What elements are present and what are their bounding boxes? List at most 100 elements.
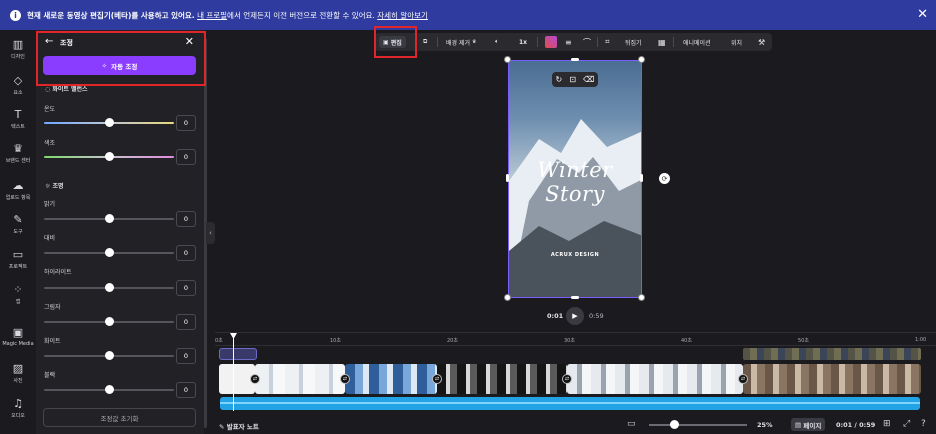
temperature-slider[interactable]	[44, 118, 174, 127]
rail-item-elements[interactable]: ◇ 요소	[0, 74, 36, 96]
slider-knob[interactable]	[104, 214, 114, 223]
close-banner-icon[interactable]: ✕	[917, 7, 928, 22]
tint-slider[interactable]	[44, 152, 174, 161]
transition-icon[interactable]: ⇄	[250, 374, 260, 384]
zoom-level[interactable]: 25%	[757, 421, 773, 429]
highlight-box	[36, 31, 206, 86]
collapse-panel-button[interactable]: ‹	[206, 222, 215, 244]
resize-handle[interactable]	[571, 296, 579, 299]
video-clip[interactable]	[437, 364, 567, 394]
slider-knob[interactable]	[104, 317, 114, 326]
fullscreen-icon[interactable]: ⤢	[903, 419, 910, 429]
playhead[interactable]	[230, 333, 237, 411]
tick-label: 30초	[564, 338, 575, 344]
corner-radius-icon[interactable]: ⌒	[583, 36, 591, 48]
crop-split-icon[interactable]: ⧉	[423, 36, 427, 48]
trash-icon[interactable]: ⌫	[583, 75, 594, 84]
whites-slider[interactable]	[44, 351, 174, 360]
learn-more-link[interactable]: 자세히 알아보기	[377, 10, 428, 21]
flip-button[interactable]: 뒤집기	[625, 36, 642, 48]
slider-value[interactable]: 0	[176, 245, 196, 261]
rail-item-tools[interactable]: ✎ 도구	[0, 213, 36, 235]
highlights-slider[interactable]	[44, 283, 174, 292]
slider-value[interactable]: 0	[176, 348, 196, 364]
slider-value[interactable]: 0	[176, 149, 196, 165]
transition-icon[interactable]: ⇄	[738, 374, 748, 384]
contrast-slider[interactable]	[44, 248, 174, 257]
banner-text-bold: 현재 새로운 동영상 편집기(베타)를 사용하고 있어요.	[27, 10, 195, 20]
resize-handle[interactable]	[571, 58, 579, 61]
page-view-button[interactable]: ▤ 페이지	[791, 418, 826, 431]
slider-value[interactable]: 0	[176, 280, 196, 296]
paint-roller-icon[interactable]: ⚒	[758, 36, 765, 48]
rail-item-photos[interactable]: ▨ 사진	[0, 362, 36, 384]
screen-icon[interactable]: ▭	[627, 419, 636, 429]
slider-knob[interactable]	[104, 385, 114, 394]
resize-handle[interactable]	[504, 56, 511, 63]
rail-item-audio[interactable]: ♫ 오디오	[0, 397, 36, 419]
divider	[597, 37, 598, 47]
slider-value[interactable]: 0	[176, 115, 196, 131]
reset-adjustments-button[interactable]: 조정값 초기화	[43, 408, 196, 427]
volume-icon[interactable]: 🔈︎	[495, 36, 499, 48]
transition-icon[interactable]: ⇄	[340, 374, 350, 384]
rail-item-magic-media[interactable]: ▣ Magic Media	[0, 326, 36, 347]
zoom-slider[interactable]	[649, 424, 747, 426]
overlay-clip[interactable]	[743, 348, 921, 360]
resize-handle[interactable]	[638, 56, 645, 63]
page-icon: ▤	[795, 420, 804, 429]
slider-knob[interactable]	[104, 351, 114, 360]
video-clip[interactable]	[255, 364, 345, 394]
color-swatch-icon[interactable]	[545, 36, 557, 48]
blacks-slider[interactable]	[44, 385, 174, 394]
slider-value[interactable]: 0	[176, 314, 196, 330]
canvas-subtitle[interactable]: ACRUX DESIGN	[509, 252, 641, 258]
transition-icon[interactable]: ⇄	[562, 374, 572, 384]
slider-knob[interactable]	[104, 283, 114, 292]
speed-button[interactable]: 1x	[519, 36, 527, 48]
video-clip[interactable]	[345, 364, 437, 394]
grid-view-icon[interactable]: ⊞	[883, 419, 891, 429]
resize-handle[interactable]	[640, 174, 643, 182]
canvas-title[interactable]: Winter Story	[509, 158, 641, 206]
audio-track[interactable]	[220, 397, 920, 410]
video-clip[interactable]	[567, 364, 743, 394]
layout-icon: ▥	[12, 38, 24, 51]
refresh-icon[interactable]: ↻	[556, 75, 563, 84]
slider-value[interactable]: 0	[176, 211, 196, 227]
rail-item-text[interactable]: T 텍스트	[0, 108, 36, 130]
brightness-slider[interactable]	[44, 214, 174, 223]
transition-icon[interactable]: ⇄	[432, 374, 442, 384]
slider-knob[interactable]	[104, 248, 114, 257]
presenter-notes-button[interactable]: ✎ 발표자 노트	[219, 421, 259, 431]
border-style-icon[interactable]: ≡	[565, 36, 572, 48]
rail-item-brand[interactable]: ♛ 브랜드 센터	[0, 142, 36, 164]
lock-icon[interactable]: ⊡	[569, 75, 576, 84]
video-canvas[interactable]: Winter Story ACRUX DESIGN	[508, 60, 642, 298]
transparency-icon[interactable]: ▦	[658, 36, 666, 48]
play-button[interactable]: ▶	[566, 307, 584, 325]
position-button[interactable]: 위치	[731, 36, 742, 48]
zoom-knob[interactable]	[670, 420, 679, 429]
slider-knob[interactable]	[104, 118, 114, 127]
rail-item-design[interactable]: ▥ 디자인	[0, 38, 36, 60]
rail-item-apps[interactable]: ⁘ 앱	[0, 283, 36, 305]
rail-item-uploads[interactable]: ☁ 업로드 항목	[0, 179, 36, 201]
bg-remove-button[interactable]: 배경 제거 ♛	[446, 36, 476, 48]
playhead-cap[interactable]	[230, 333, 237, 339]
rail-item-projects[interactable]: ▭ 프로젝트	[0, 248, 36, 270]
help-icon[interactable]: ?	[921, 419, 926, 429]
text-layer-clip[interactable]	[219, 348, 257, 360]
shadows-slider[interactable]	[44, 317, 174, 326]
crop-icon[interactable]: ⌗	[605, 36, 610, 48]
profile-link[interactable]: 내 프로필	[197, 10, 227, 21]
resize-handle[interactable]	[506, 174, 509, 182]
slider-knob[interactable]	[104, 152, 114, 161]
photo-icon: ▨	[12, 362, 24, 375]
rotate-icon[interactable]: ⟳	[659, 173, 670, 184]
resize-handle[interactable]	[638, 294, 645, 301]
slider-value[interactable]: 0	[176, 382, 196, 398]
video-clip[interactable]	[743, 364, 921, 394]
animate-button[interactable]: 애니메이션	[683, 36, 711, 48]
resize-handle[interactable]	[504, 294, 511, 301]
